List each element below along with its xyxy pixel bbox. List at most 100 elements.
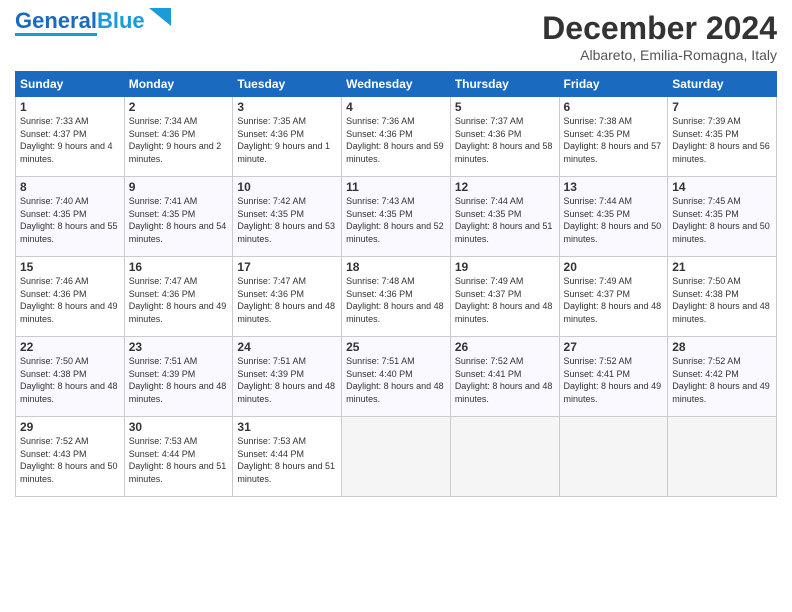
day-number: 29: [20, 420, 120, 434]
day-info: Sunrise: 7:34 AM Sunset: 4:36 PM Dayligh…: [129, 115, 229, 165]
calendar-cell: 26 Sunrise: 7:52 AM Sunset: 4:41 PM Dayl…: [450, 337, 559, 417]
logo-blue: Blue: [97, 8, 145, 33]
header-thursday: Thursday: [450, 72, 559, 97]
day-info: Sunrise: 7:53 AM Sunset: 4:44 PM Dayligh…: [129, 435, 229, 485]
calendar-cell: 12 Sunrise: 7:44 AM Sunset: 4:35 PM Dayl…: [450, 177, 559, 257]
day-number: 16: [129, 260, 229, 274]
calendar-cell: 7 Sunrise: 7:39 AM Sunset: 4:35 PM Dayli…: [668, 97, 777, 177]
day-number: 28: [672, 340, 772, 354]
day-number: 8: [20, 180, 120, 194]
day-info: Sunrise: 7:53 AM Sunset: 4:44 PM Dayligh…: [237, 435, 337, 485]
day-number: 10: [237, 180, 337, 194]
calendar-cell: 13 Sunrise: 7:44 AM Sunset: 4:35 PM Dayl…: [559, 177, 668, 257]
calendar-cell: 24 Sunrise: 7:51 AM Sunset: 4:39 PM Dayl…: [233, 337, 342, 417]
day-info: Sunrise: 7:35 AM Sunset: 4:36 PM Dayligh…: [237, 115, 337, 165]
calendar-cell: 14 Sunrise: 7:45 AM Sunset: 4:35 PM Dayl…: [668, 177, 777, 257]
calendar-cell: 17 Sunrise: 7:47 AM Sunset: 4:36 PM Dayl…: [233, 257, 342, 337]
day-number: 25: [346, 340, 446, 354]
calendar-cell: 3 Sunrise: 7:35 AM Sunset: 4:36 PM Dayli…: [233, 97, 342, 177]
calendar-cell: 21 Sunrise: 7:50 AM Sunset: 4:38 PM Dayl…: [668, 257, 777, 337]
day-info: Sunrise: 7:36 AM Sunset: 4:36 PM Dayligh…: [346, 115, 446, 165]
day-number: 11: [346, 180, 446, 194]
day-info: Sunrise: 7:38 AM Sunset: 4:35 PM Dayligh…: [564, 115, 664, 165]
day-number: 24: [237, 340, 337, 354]
calendar-cell: [559, 417, 668, 497]
calendar-week-5: 29 Sunrise: 7:52 AM Sunset: 4:43 PM Dayl…: [16, 417, 777, 497]
location: Albareto, Emilia-Romagna, Italy: [542, 47, 777, 63]
day-info: Sunrise: 7:51 AM Sunset: 4:40 PM Dayligh…: [346, 355, 446, 405]
day-number: 18: [346, 260, 446, 274]
page-container: GeneralBlue December 2024 Albareto, Emil…: [0, 0, 792, 507]
header-saturday: Saturday: [668, 72, 777, 97]
day-info: Sunrise: 7:39 AM Sunset: 4:35 PM Dayligh…: [672, 115, 772, 165]
header-friday: Friday: [559, 72, 668, 97]
day-info: Sunrise: 7:40 AM Sunset: 4:35 PM Dayligh…: [20, 195, 120, 245]
day-number: 19: [455, 260, 555, 274]
day-info: Sunrise: 7:50 AM Sunset: 4:38 PM Dayligh…: [672, 275, 772, 325]
day-number: 9: [129, 180, 229, 194]
day-number: 4: [346, 100, 446, 114]
day-number: 12: [455, 180, 555, 194]
day-info: Sunrise: 7:43 AM Sunset: 4:35 PM Dayligh…: [346, 195, 446, 245]
day-number: 31: [237, 420, 337, 434]
day-number: 2: [129, 100, 229, 114]
header-tuesday: Tuesday: [233, 72, 342, 97]
calendar-cell: 16 Sunrise: 7:47 AM Sunset: 4:36 PM Dayl…: [124, 257, 233, 337]
day-number: 30: [129, 420, 229, 434]
calendar-cell: [450, 417, 559, 497]
logo-arrow-icon: [149, 8, 171, 31]
calendar-cell: 29 Sunrise: 7:52 AM Sunset: 4:43 PM Dayl…: [16, 417, 125, 497]
calendar-week-2: 8 Sunrise: 7:40 AM Sunset: 4:35 PM Dayli…: [16, 177, 777, 257]
calendar-cell: 5 Sunrise: 7:37 AM Sunset: 4:36 PM Dayli…: [450, 97, 559, 177]
calendar-cell: 22 Sunrise: 7:50 AM Sunset: 4:38 PM Dayl…: [16, 337, 125, 417]
day-number: 3: [237, 100, 337, 114]
day-number: 1: [20, 100, 120, 114]
day-info: Sunrise: 7:49 AM Sunset: 4:37 PM Dayligh…: [564, 275, 664, 325]
day-info: Sunrise: 7:45 AM Sunset: 4:35 PM Dayligh…: [672, 195, 772, 245]
calendar-cell: 9 Sunrise: 7:41 AM Sunset: 4:35 PM Dayli…: [124, 177, 233, 257]
calendar-cell: 6 Sunrise: 7:38 AM Sunset: 4:35 PM Dayli…: [559, 97, 668, 177]
day-number: 20: [564, 260, 664, 274]
calendar-cell: 31 Sunrise: 7:53 AM Sunset: 4:44 PM Dayl…: [233, 417, 342, 497]
day-info: Sunrise: 7:41 AM Sunset: 4:35 PM Dayligh…: [129, 195, 229, 245]
calendar-cell: 10 Sunrise: 7:42 AM Sunset: 4:35 PM Dayl…: [233, 177, 342, 257]
day-number: 27: [564, 340, 664, 354]
day-info: Sunrise: 7:51 AM Sunset: 4:39 PM Dayligh…: [129, 355, 229, 405]
day-number: 17: [237, 260, 337, 274]
day-number: 14: [672, 180, 772, 194]
calendar-cell: 20 Sunrise: 7:49 AM Sunset: 4:37 PM Dayl…: [559, 257, 668, 337]
logo-general: General: [15, 8, 97, 33]
calendar-cell: 19 Sunrise: 7:49 AM Sunset: 4:37 PM Dayl…: [450, 257, 559, 337]
day-info: Sunrise: 7:46 AM Sunset: 4:36 PM Dayligh…: [20, 275, 120, 325]
calendar-cell: 8 Sunrise: 7:40 AM Sunset: 4:35 PM Dayli…: [16, 177, 125, 257]
day-info: Sunrise: 7:47 AM Sunset: 4:36 PM Dayligh…: [237, 275, 337, 325]
header: GeneralBlue December 2024 Albareto, Emil…: [15, 10, 777, 63]
calendar-cell: 2 Sunrise: 7:34 AM Sunset: 4:36 PM Dayli…: [124, 97, 233, 177]
calendar-cell: 28 Sunrise: 7:52 AM Sunset: 4:42 PM Dayl…: [668, 337, 777, 417]
day-info: Sunrise: 7:33 AM Sunset: 4:37 PM Dayligh…: [20, 115, 120, 165]
day-number: 7: [672, 100, 772, 114]
day-info: Sunrise: 7:48 AM Sunset: 4:36 PM Dayligh…: [346, 275, 446, 325]
day-info: Sunrise: 7:52 AM Sunset: 4:43 PM Dayligh…: [20, 435, 120, 485]
calendar-cell: [342, 417, 451, 497]
day-info: Sunrise: 7:44 AM Sunset: 4:35 PM Dayligh…: [564, 195, 664, 245]
calendar-week-4: 22 Sunrise: 7:50 AM Sunset: 4:38 PM Dayl…: [16, 337, 777, 417]
day-info: Sunrise: 7:52 AM Sunset: 4:41 PM Dayligh…: [455, 355, 555, 405]
calendar-week-1: 1 Sunrise: 7:33 AM Sunset: 4:37 PM Dayli…: [16, 97, 777, 177]
calendar-cell: 25 Sunrise: 7:51 AM Sunset: 4:40 PM Dayl…: [342, 337, 451, 417]
day-number: 6: [564, 100, 664, 114]
calendar-cell: 4 Sunrise: 7:36 AM Sunset: 4:36 PM Dayli…: [342, 97, 451, 177]
calendar-cell: 15 Sunrise: 7:46 AM Sunset: 4:36 PM Dayl…: [16, 257, 125, 337]
calendar-cell: 18 Sunrise: 7:48 AM Sunset: 4:36 PM Dayl…: [342, 257, 451, 337]
calendar-table: Sunday Monday Tuesday Wednesday Thursday…: [15, 71, 777, 497]
day-info: Sunrise: 7:42 AM Sunset: 4:35 PM Dayligh…: [237, 195, 337, 245]
day-number: 13: [564, 180, 664, 194]
calendar-cell: 11 Sunrise: 7:43 AM Sunset: 4:35 PM Dayl…: [342, 177, 451, 257]
day-info: Sunrise: 7:50 AM Sunset: 4:38 PM Dayligh…: [20, 355, 120, 405]
day-number: 5: [455, 100, 555, 114]
header-sunday: Sunday: [16, 72, 125, 97]
header-wednesday: Wednesday: [342, 72, 451, 97]
day-number: 26: [455, 340, 555, 354]
calendar-cell: 30 Sunrise: 7:53 AM Sunset: 4:44 PM Dayl…: [124, 417, 233, 497]
day-number: 21: [672, 260, 772, 274]
